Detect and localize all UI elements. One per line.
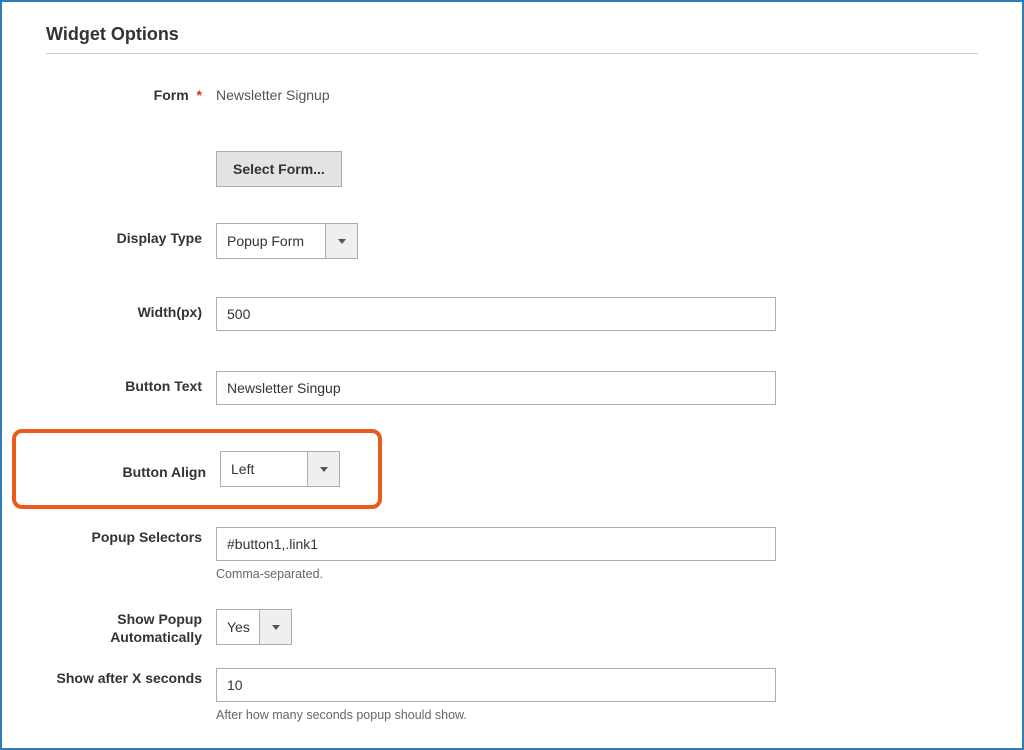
popup-selectors-input[interactable] [216, 527, 776, 561]
highlight-box: Button Align Left [12, 429, 382, 509]
field-form: Form * Newsletter Signup [46, 80, 978, 105]
section-title: Widget Options [46, 24, 978, 45]
select-form-button[interactable]: Select Form... [216, 151, 342, 187]
display-type-value: Popup Form [217, 224, 325, 258]
label-popup-selectors: Popup Selectors [46, 527, 216, 547]
field-button-align: Button Align Left [46, 429, 978, 509]
label-button-text: Button Text [46, 371, 216, 396]
label-display-type: Display Type [46, 223, 216, 248]
show-popup-auto-value: Yes [217, 610, 259, 644]
section-divider [46, 53, 978, 54]
widget-options-panel: Widget Options Form * Newsletter Signup … [0, 0, 1024, 750]
show-popup-auto-select[interactable]: Yes [216, 609, 292, 645]
field-select-form: Select Form... [46, 151, 978, 187]
label-show-after: Show after X seconds [46, 668, 216, 688]
field-button-text: Button Text [46, 371, 978, 405]
button-align-select[interactable]: Left [220, 451, 340, 487]
field-popup-selectors: Popup Selectors Comma-separated. [46, 527, 978, 581]
required-icon: * [197, 87, 202, 103]
width-input[interactable] [216, 297, 776, 331]
field-show-after: Show after X seconds After how many seco… [46, 668, 978, 722]
form-value: Newsletter Signup [216, 80, 330, 103]
show-after-help: After how many seconds popup should show… [216, 708, 776, 722]
label-show-popup-auto: Show Popup Automatically [46, 609, 216, 646]
button-align-value: Left [221, 452, 307, 486]
chevron-down-icon [307, 452, 339, 486]
chevron-down-icon [259, 610, 291, 644]
field-width: Width(px) [46, 297, 978, 331]
label-width: Width(px) [46, 297, 216, 322]
button-text-input[interactable] [216, 371, 776, 405]
label-form-text: Form [154, 87, 189, 103]
label-button-align: Button Align [22, 457, 220, 482]
label-form: Form * [46, 80, 216, 105]
chevron-down-icon [325, 224, 357, 258]
display-type-select[interactable]: Popup Form [216, 223, 358, 259]
popup-selectors-help: Comma-separated. [216, 567, 776, 581]
field-display-type: Display Type Popup Form [46, 223, 978, 259]
field-show-popup-auto: Show Popup Automatically Yes [46, 609, 978, 646]
show-after-input[interactable] [216, 668, 776, 702]
